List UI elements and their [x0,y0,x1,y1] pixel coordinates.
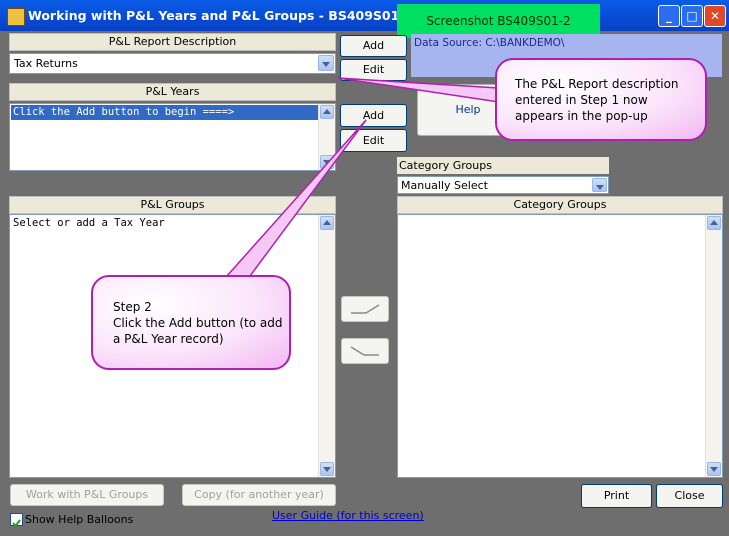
balloon2-pointer [216,119,367,287]
user-guide-link[interactable]: User Guide (for this screen) [272,509,424,522]
checkmark-icon [12,519,21,528]
balloon1-pointer [337,77,514,106]
show-help-checkbox[interactable] [10,513,23,528]
work-with-groups-button[interactable]: Work with P&L Groups [10,484,164,506]
help-balloon-step1-text: The P&L Report description entered in St… [515,77,679,123]
close-button[interactable]: Close [656,484,723,508]
help-balloon-step2-text: Click the Add button (to add a P&L Year … [113,316,283,346]
show-help-label: Show Help Balloons [25,513,134,526]
help-balloon-step2: Step 2 Click the Add button (to add a P&… [91,275,291,370]
copy-button[interactable]: Copy (for another year) [182,484,336,506]
help-balloon-step2-title: Step 2 [113,300,152,314]
help-balloon-step1: The P&L Report description entered in St… [495,58,707,141]
print-button[interactable]: Print [581,484,652,508]
